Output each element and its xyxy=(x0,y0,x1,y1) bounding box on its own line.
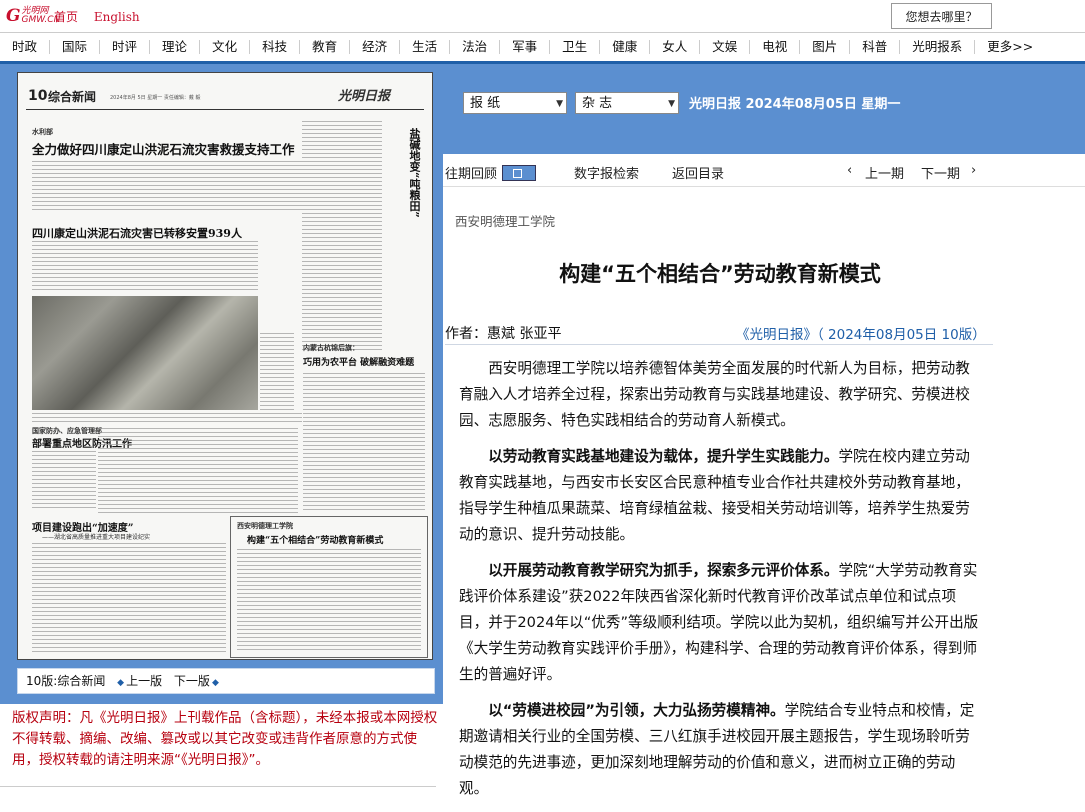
header-rule xyxy=(26,109,424,110)
home-link[interactable]: 首页 xyxy=(54,10,78,24)
chevron-left-icon: ‹ xyxy=(847,163,853,178)
article-text xyxy=(32,543,226,655)
article-text xyxy=(98,428,298,513)
calendar-icon[interactable] xyxy=(502,165,536,181)
page-header: 10 综合新闻 2024年8月 5日 星期一 责任编辑：戴 毅 光明日报 xyxy=(18,73,432,121)
where-to-go-button[interactable]: 您想去哪里？ xyxy=(891,3,992,29)
next-arrow-icon: ◆ xyxy=(211,678,219,688)
copyright-notice: 版权声明：凡《光明日报》上刊载作品（含标题），未经本报或本网授权不得转载、摘编、… xyxy=(12,710,438,768)
nav-item[interactable]: 时政 xyxy=(0,40,51,54)
chevron-down-icon: ▼ xyxy=(668,99,675,109)
issue-nav: 往期回顾 数字报检索 返回目录 ‹ 上一期 下一期 › xyxy=(443,154,1085,187)
article-text xyxy=(32,241,258,291)
page-pager: 10版:综合新闻 ◆ 上一版 下一版 ◆ xyxy=(17,668,435,694)
article-paragraph: 以劳动教育实践基地建设为载体，提升学生实践能力。学院在校内建立劳动教育实践基地，… xyxy=(459,448,970,543)
article-author: 作者：惠斌 张亚平 xyxy=(445,326,562,342)
nav-item[interactable]: 电视 xyxy=(750,40,801,54)
issue-date: 光明日报 2024年08月05日 星期一 xyxy=(689,97,901,112)
nav-item-more[interactable]: 更多>> xyxy=(975,40,1045,54)
nav-item[interactable]: 国际 xyxy=(50,40,101,54)
newspaper-select-value: 报 纸 xyxy=(470,96,501,111)
next-page-link[interactable]: 下一版 xyxy=(174,674,210,688)
article-text xyxy=(237,549,421,653)
nav-item[interactable]: 理论 xyxy=(150,40,201,54)
article-text xyxy=(302,121,382,351)
article-text xyxy=(32,413,302,423)
article-paragraph: 西安明德理工学院以培养德智体美劳全面发展的时代新人为目标，把劳动教育融入人才培养… xyxy=(459,360,970,429)
vertical-headline[interactable]: 盐碱地变“吨粮田” xyxy=(386,128,421,238)
nav-item[interactable]: 经济 xyxy=(350,40,401,54)
article-headline[interactable]: 四川康定山洪泥石流灾害已转移安置939人 xyxy=(32,225,242,241)
article-subheadline: ——湖北省高质量推进重大项目建设纪实 xyxy=(42,534,151,541)
magazine-select[interactable]: 杂 志 ▼ xyxy=(575,92,679,114)
prev-page-link[interactable]: 上一版 xyxy=(126,674,162,688)
site-logo[interactable]: G 光明网 GMW.CN xyxy=(6,6,60,26)
digital-search-link[interactable]: 数字报检索 xyxy=(574,163,639,182)
magazine-select-value: 杂 志 xyxy=(582,96,613,111)
article-headline: 构建“五个相结合”劳动教育新模式 xyxy=(247,536,384,546)
top-bar: G 光明网 GMW.CN 首页 English 您想去哪里？ xyxy=(0,0,1085,32)
divider xyxy=(445,344,993,345)
newspaper-select[interactable]: 报 纸 ▼ xyxy=(463,92,567,114)
back-to-toc-link[interactable]: 返回目录 xyxy=(672,163,724,182)
photo-caption xyxy=(260,333,294,411)
english-link[interactable]: English xyxy=(94,10,140,24)
article-paragraph: 以“劳模进校园”为引领，大力弘扬劳模精神。学院结合专业特点和校情，定期邀请相关行… xyxy=(459,702,975,797)
page-number: 10 xyxy=(28,88,48,104)
chevron-down-icon: ▼ xyxy=(556,99,563,109)
chevron-right-icon: › xyxy=(971,163,977,178)
nav-item[interactable]: 图片 xyxy=(800,40,851,54)
newspaper-page-image[interactable]: 10 综合新闻 2024年8月 5日 星期一 责任编辑：戴 毅 光明日报 水利部… xyxy=(17,72,433,660)
article-title: 构建“五个相结合”劳动教育新模式 xyxy=(559,262,881,286)
prev-issue-link[interactable]: 上一期 xyxy=(865,163,904,182)
nav-item[interactable]: 卫生 xyxy=(550,40,601,54)
article-text xyxy=(32,161,302,211)
nav-item[interactable]: 科普 xyxy=(850,40,901,54)
nav-item[interactable]: 生活 xyxy=(400,40,451,54)
nav-item[interactable]: 光明报系 xyxy=(900,40,976,54)
page-info: 2024年8月 5日 星期一 责任编辑：戴 毅 xyxy=(110,95,201,101)
article-headline[interactable]: 全力做好四川康定山洪泥石流灾害救援支持工作 xyxy=(32,139,295,158)
article-org: 西安明德理工学院 xyxy=(455,214,556,229)
article-tag: 内蒙古杭锦后旗： xyxy=(303,344,359,352)
next-issue-link[interactable]: 下一期 xyxy=(921,163,960,182)
article-text xyxy=(303,373,425,513)
nav-item[interactable]: 军事 xyxy=(500,40,551,54)
nav-item[interactable]: 女人 xyxy=(650,40,701,54)
main-nav: 时政 国际 时评 理论 文化 科技 教育 经济 生活 法治 军事 卫生 健康 女… xyxy=(0,32,1085,62)
article-headline[interactable]: 巧用为农平台 破解融资难题 xyxy=(303,355,414,368)
nav-item[interactable]: 教育 xyxy=(300,40,351,54)
article-paragraph: 以开展劳动教育教学研究为抓手，探索多元评价体系。学院“大学劳动教育实践评价体系建… xyxy=(459,562,979,683)
news-photo[interactable] xyxy=(32,296,258,410)
prev-arrow-icon: ◆ xyxy=(117,678,125,688)
logo-mark: G xyxy=(6,6,21,26)
article-source: 《光明日报》（ 2024年08月05日 10版） xyxy=(736,327,986,343)
article-tag: 西安明德理工学院 xyxy=(237,522,293,530)
nav-item[interactable]: 法治 xyxy=(450,40,501,54)
top-links: 首页 English xyxy=(54,8,152,25)
nav-item[interactable]: 健康 xyxy=(600,40,651,54)
current-page-label: 10版:综合新闻 xyxy=(26,674,106,688)
article-tag: 水利部 xyxy=(32,128,53,136)
article-text xyxy=(32,451,96,511)
archive-link[interactable]: 往期回顾 xyxy=(445,163,497,182)
divider xyxy=(0,786,436,787)
page-name: 综合新闻 xyxy=(48,90,97,104)
nav-item[interactable]: 文娱 xyxy=(700,40,751,54)
nav-item[interactable]: 文化 xyxy=(200,40,251,54)
paper-brand: 光明日报 xyxy=(338,89,391,104)
nav-item[interactable]: 科技 xyxy=(250,40,301,54)
nav-item[interactable]: 时评 xyxy=(100,40,151,54)
article-body: 西安明德理工学院以培养德智体美劳全面发展的时代新人为目标，把劳动教育融入人才培养… xyxy=(459,356,981,812)
featured-article-box[interactable]: 西安明德理工学院 构建“五个相结合”劳动教育新模式 xyxy=(230,516,428,658)
